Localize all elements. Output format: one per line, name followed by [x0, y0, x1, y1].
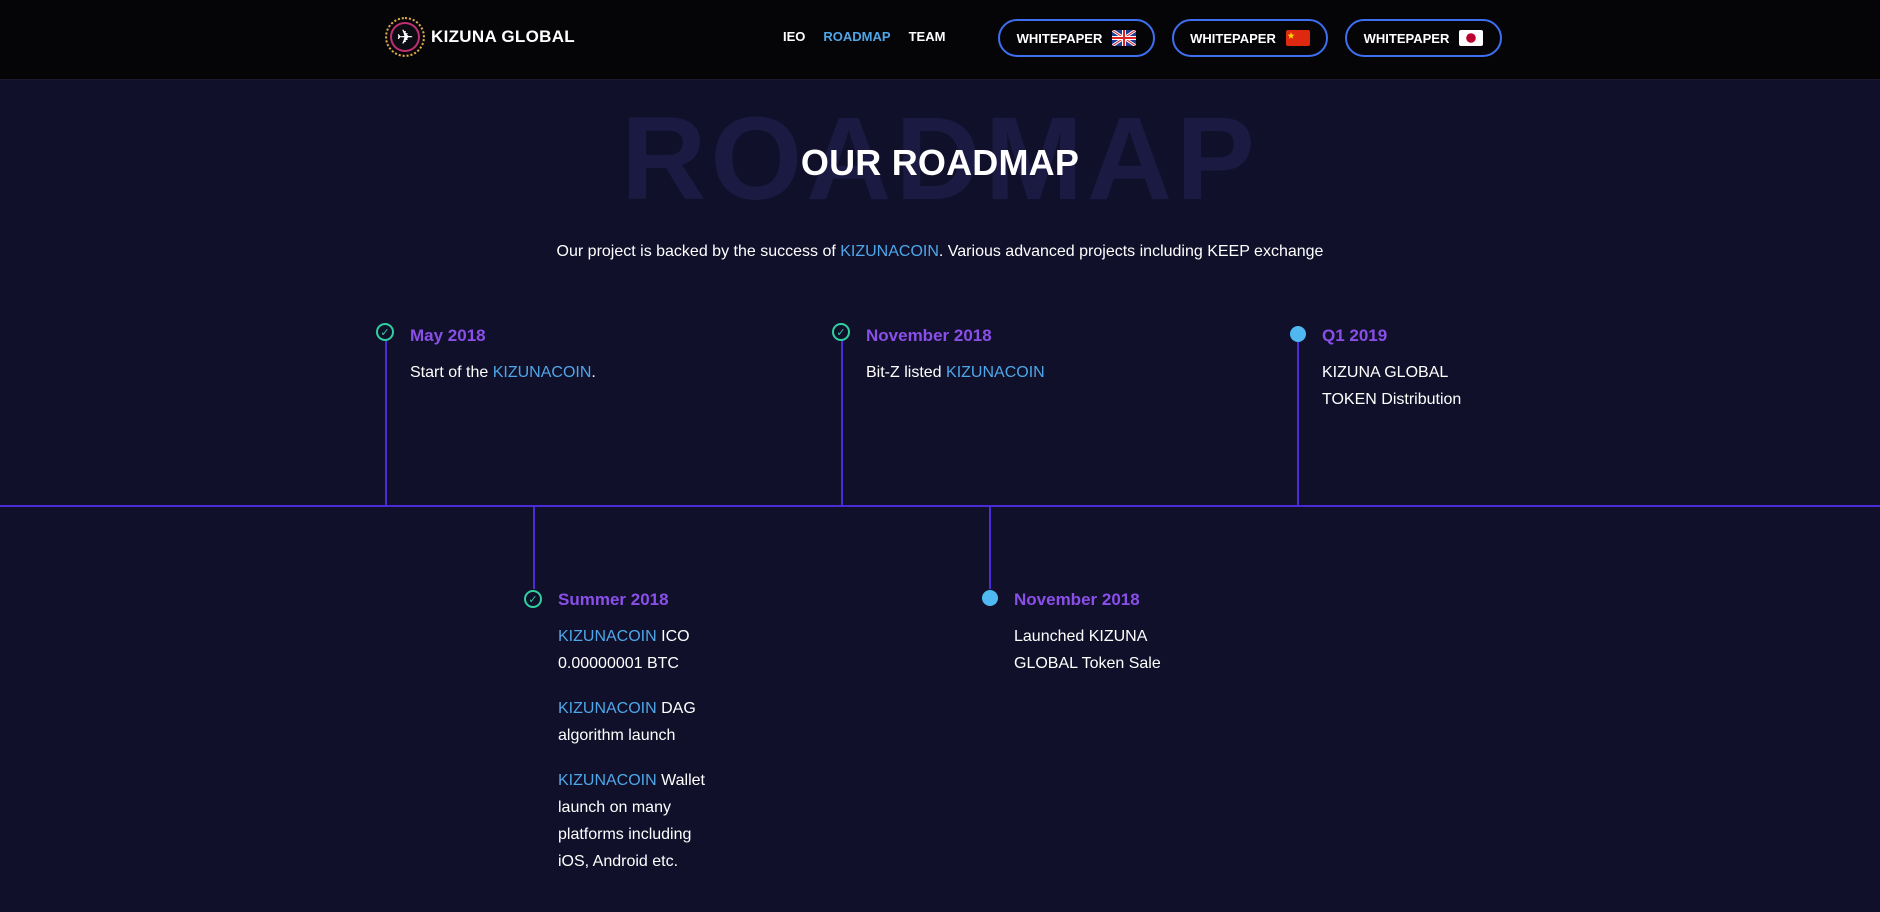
- timeline-connector: [533, 507, 535, 589]
- nav-ieo[interactable]: IEO: [783, 29, 805, 44]
- milestone-description: KIZUNACOIN ICO 0.00000001 BTC KIZUNACOIN…: [558, 623, 718, 875]
- kizuna-logo-icon: ✈: [385, 17, 425, 57]
- whitepaper-cn-button[interactable]: WHITEPAPER: [1172, 19, 1328, 57]
- milestone-description: Launched KIZUNA GLOBAL Token Sale: [1014, 623, 1174, 677]
- subtitle-highlight: KIZUNACOIN: [840, 243, 939, 260]
- timeline-axis: [0, 505, 1880, 507]
- timeline-connector: [989, 507, 991, 589]
- milestone-text: Launched KIZUNA GLOBAL Token Sale: [1014, 628, 1161, 672]
- milestone-date: Summer 2018: [558, 590, 669, 609]
- milestone-text: Bit-Z listed: [866, 364, 947, 381]
- milestone-highlight: KIZUNACOIN: [492, 364, 592, 381]
- japan-flag-icon: [1459, 30, 1484, 46]
- main-nav: IEO ROADMAP TEAM: [783, 29, 945, 44]
- whitepaper-en-label: WHITEPAPER: [1016, 30, 1103, 46]
- milestone-highlight: KIZUNACOIN: [558, 700, 657, 717]
- milestone-may-2018: May 2018 Start of the KIZUNACOIN.: [410, 326, 610, 386]
- timeline-connector: [1297, 340, 1299, 505]
- subtitle-text: Our project is backed by the success of: [556, 243, 841, 260]
- brand-logo[interactable]: ✈ KIZUNA GLOBAL: [385, 17, 575, 57]
- timeline-connector: [385, 340, 387, 505]
- milestone-description: Start of the KIZUNACOIN.: [410, 359, 610, 386]
- upcoming-dot-icon: [982, 590, 998, 606]
- milestone-date: May 2018: [410, 326, 486, 345]
- milestone-highlight: KIZUNACOIN: [946, 364, 1045, 381]
- check-circle-icon: ✓: [376, 323, 394, 341]
- milestone-summer-2018: Summer 2018 KIZUNACOIN ICO 0.00000001 BT…: [558, 590, 718, 875]
- whitepaper-cn-label: WHITEPAPER: [1190, 30, 1276, 46]
- roadmap-subtitle: Our project is backed by the success of …: [0, 243, 1880, 261]
- milestone-text: Start of the: [410, 364, 493, 381]
- upcoming-dot-icon: [1290, 326, 1306, 342]
- milestone-highlight: KIZUNACOIN: [558, 772, 657, 789]
- nav-team[interactable]: TEAM: [909, 29, 946, 44]
- whitepaper-jp-button[interactable]: WHITEPAPER: [1345, 19, 1502, 57]
- nav-roadmap[interactable]: ROADMAP: [823, 29, 890, 44]
- uk-flag-icon: [1112, 30, 1137, 46]
- check-circle-icon: ✓: [832, 323, 850, 341]
- milestone-november-2018-listing: November 2018 Bit-Z listed KIZUNACOIN: [866, 326, 1066, 386]
- milestone-description: Bit-Z listed KIZUNACOIN: [866, 359, 1066, 386]
- timeline-connector: [841, 340, 843, 505]
- milestone-q1-2019: Q1 2019 KIZUNA GLOBAL TOKEN Distribution: [1322, 326, 1492, 413]
- whitepaper-jp-label: WHITEPAPER: [1363, 30, 1450, 46]
- page-title: OUR ROADMAP: [800, 142, 1080, 183]
- milestone-date: November 2018: [866, 326, 992, 345]
- milestone-text-end: .: [591, 364, 596, 381]
- milestone-date: Q1 2019: [1322, 326, 1388, 345]
- brand-name: KIZUNA GLOBAL: [431, 27, 575, 46]
- milestone-description: KIZUNA GLOBAL TOKEN Distribution: [1322, 359, 1492, 413]
- milestone-date: November 2018: [1014, 590, 1140, 609]
- subtitle-text-end: . Various advanced projects including KE…: [938, 243, 1324, 260]
- whitepaper-en-button[interactable]: WHITEPAPER: [998, 19, 1155, 57]
- top-navbar: ✈ KIZUNA GLOBAL IEO ROADMAP TEAM WHITEPA…: [0, 0, 1880, 80]
- check-circle-icon: ✓: [524, 590, 542, 608]
- milestone-november-2018-token-sale: November 2018 Launched KIZUNA GLOBAL Tok…: [1014, 590, 1174, 677]
- china-flag-icon: [1285, 30, 1310, 46]
- milestone-text: KIZUNA GLOBAL TOKEN Distribution: [1322, 364, 1462, 408]
- milestone-highlight: KIZUNACOIN: [558, 628, 657, 645]
